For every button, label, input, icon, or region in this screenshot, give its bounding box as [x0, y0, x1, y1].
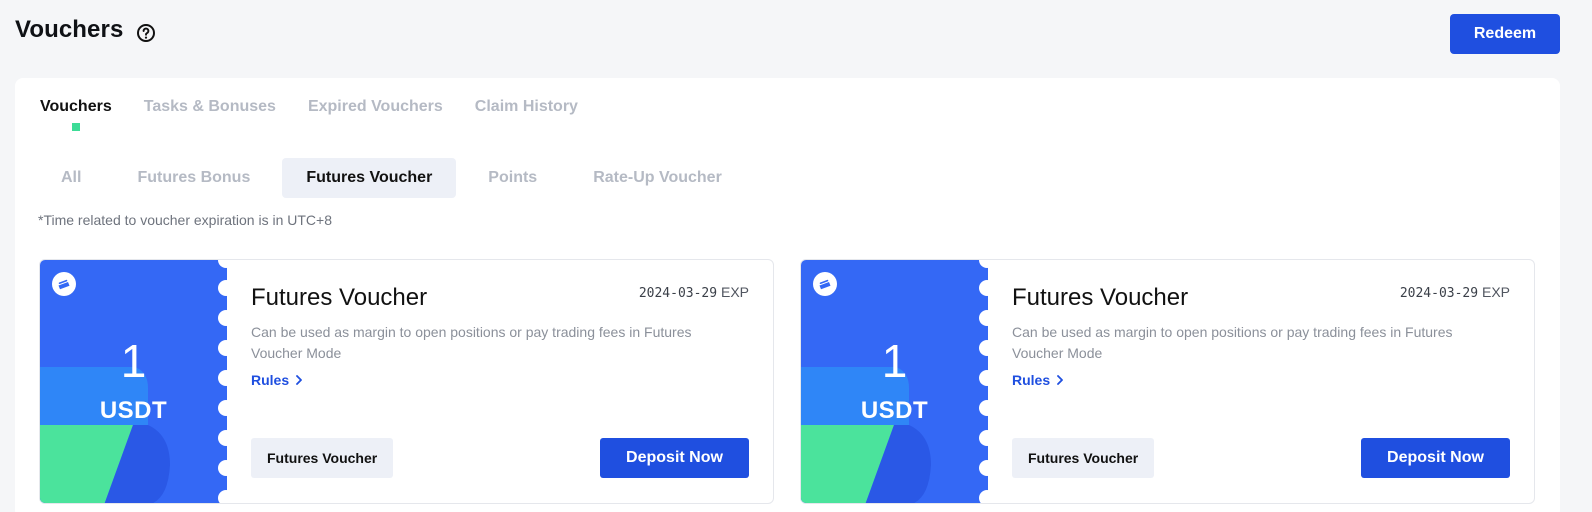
voucher-amount: 1 [120, 335, 147, 387]
page-title: Vouchers [15, 16, 124, 43]
rules-link[interactable]: Rules [251, 372, 303, 388]
voucher-list: 1 USDT Futures Voucher 2024-03-29 EXP Ca… [39, 259, 1535, 504]
tab-expired-vouchers[interactable]: Expired Vouchers [308, 98, 443, 124]
deposit-now-button[interactable]: Deposit Now [600, 438, 749, 478]
voucher-stub: 1 USDT [40, 260, 227, 503]
voucher-description: Can be used as margin to open positions … [1012, 324, 1453, 361]
filter-points[interactable]: Points [464, 158, 561, 198]
tab-claim-history[interactable]: Claim History [475, 98, 578, 124]
question-circle-icon[interactable] [136, 23, 156, 43]
expiry-label: EXP [1481, 284, 1510, 300]
chevron-right-icon [1057, 375, 1064, 385]
main-tabs: Vouchers Tasks & Bonuses Expired Voucher… [40, 98, 578, 131]
rules-link[interactable]: Rules [1012, 372, 1064, 388]
voucher-title: Futures Voucher [1012, 284, 1189, 311]
voucher-unit: USDT [99, 397, 168, 424]
deposit-now-button[interactable]: Deposit Now [1361, 438, 1510, 478]
perforation [979, 260, 997, 503]
page-header: Vouchers Redeem [15, 14, 1560, 56]
voucher-description: Can be used as margin to open positions … [251, 324, 692, 361]
rules-label: Rules [251, 372, 290, 388]
voucher-card: 1 USDT Futures Voucher 2024-03-29 EXP Ca… [39, 259, 774, 504]
ticket-icon [52, 272, 76, 296]
voucher-type-tag: Futures Voucher [251, 438, 394, 478]
voucher-content: Futures Voucher 2024-03-29 EXP Can be us… [1012, 260, 1510, 503]
voucher-type-tag: Futures Voucher [1012, 438, 1155, 478]
perforation [218, 260, 236, 503]
voucher-card: 1 USDT Futures Voucher 2024-03-29 EXP Ca… [800, 259, 1535, 504]
timezone-note: *Time related to voucher expiration is i… [38, 212, 332, 228]
voucher-content: Futures Voucher 2024-03-29 EXP Can be us… [251, 260, 749, 503]
voucher-title: Futures Voucher [251, 284, 428, 311]
expiry-label: EXP [720, 284, 749, 300]
voucher-expiry: 2024-03-29 EXP [639, 284, 749, 301]
chevron-right-icon [296, 375, 303, 385]
filter-futures-voucher[interactable]: Futures Voucher [282, 158, 457, 198]
expiry-date: 2024-03-29 [638, 286, 718, 301]
active-tab-indicator [71, 123, 80, 131]
filter-futures-bonus[interactable]: Futures Bonus [113, 158, 274, 198]
voucher-type-filter: All Futures Bonus Futures Voucher Points… [37, 158, 746, 198]
rules-label: Rules [1012, 372, 1051, 388]
filter-all[interactable]: All [37, 158, 105, 198]
tab-label: Vouchers [40, 98, 112, 115]
ticket-icon [813, 272, 837, 296]
vouchers-panel: Vouchers Tasks & Bonuses Expired Voucher… [15, 78, 1560, 512]
filter-rate-up-voucher[interactable]: Rate-Up Voucher [569, 158, 746, 198]
expiry-date: 2024-03-29 [1399, 286, 1479, 301]
voucher-amount: 1 [881, 335, 908, 387]
tab-vouchers[interactable]: Vouchers [40, 98, 112, 131]
voucher-stub: 1 USDT [801, 260, 988, 503]
voucher-unit: USDT [860, 397, 929, 424]
redeem-button[interactable]: Redeem [1450, 14, 1560, 54]
voucher-expiry: 2024-03-29 EXP [1400, 284, 1510, 301]
tab-tasks-bonuses[interactable]: Tasks & Bonuses [144, 98, 276, 124]
